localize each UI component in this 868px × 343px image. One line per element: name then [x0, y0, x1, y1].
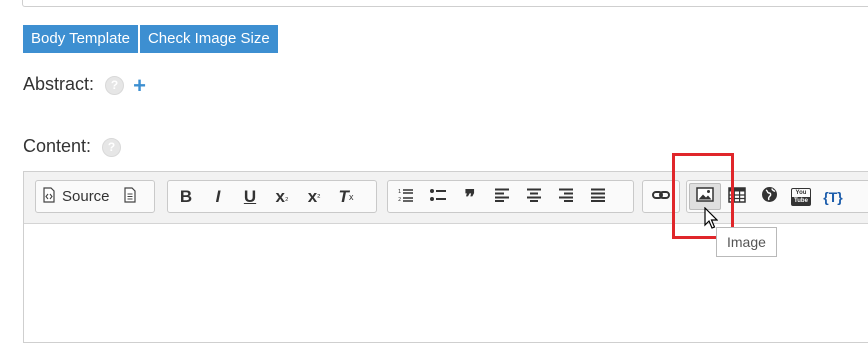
bold-glyph: B	[179, 186, 193, 206]
italic-glyph: I	[215, 186, 221, 206]
youtube-icon: You Tube	[791, 187, 811, 206]
toolbar-group-basic-styles: B I U x₂ x² Tx	[167, 180, 377, 213]
remove-format-glyph: T	[338, 186, 349, 206]
align-right-icon	[558, 188, 574, 206]
superscript-glyph: x	[307, 186, 318, 206]
content-row: Content: ?	[23, 136, 122, 157]
underline-glyph: U	[243, 186, 257, 206]
link-icon	[652, 188, 670, 205]
blockquote-button[interactable]: ❞	[454, 183, 486, 210]
blockquote-icon: ❞	[464, 184, 476, 209]
abstract-label: Abstract:	[23, 74, 95, 94]
toolbar-group-paragraph: 12 ❞	[387, 180, 634, 213]
placeholder-icon: {T}	[823, 188, 843, 205]
subscript-button[interactable]: x₂	[266, 183, 298, 210]
justify-button[interactable]	[582, 183, 614, 210]
check-image-size-button[interactable]: Check Image Size	[139, 25, 278, 53]
italic-button[interactable]: I	[202, 183, 234, 210]
globe-icon	[761, 186, 778, 207]
content-help-icon[interactable]: ?	[102, 137, 122, 157]
link-button[interactable]	[645, 183, 677, 210]
toolbar-group-links	[642, 180, 680, 213]
body-template-button[interactable]: Body Template	[23, 25, 138, 53]
remove-format-button[interactable]: Tx	[330, 183, 362, 210]
editor-toolbar: Source B I U x₂ x² Tx 12 ❞ You Tube {T}	[24, 172, 868, 224]
remove-format-mark: x	[348, 191, 354, 202]
bulleted-list-icon	[430, 188, 446, 206]
numbered-list-button[interactable]: 12	[390, 183, 422, 210]
table-icon	[728, 186, 746, 207]
toolbar-group-document: Source	[35, 180, 155, 213]
superscript-button[interactable]: x²	[298, 183, 330, 210]
content-label: Content:	[23, 136, 92, 156]
align-center-button[interactable]	[518, 183, 550, 210]
rich-text-editor: Source B I U x₂ x² Tx 12 ❞ You Tube {T}	[23, 171, 868, 343]
align-right-button[interactable]	[550, 183, 582, 210]
templates-icon	[123, 186, 137, 207]
align-left-button[interactable]	[486, 183, 518, 210]
bulleted-list-button[interactable]	[422, 183, 454, 210]
youtube-button[interactable]: You Tube	[785, 183, 817, 210]
source-button[interactable]: Source	[38, 183, 114, 210]
align-center-icon	[526, 188, 542, 206]
image-icon	[696, 187, 714, 206]
source-label: Source	[62, 188, 110, 205]
superscript-mark: ²	[317, 191, 321, 202]
abstract-row: Abstract: ? +	[23, 74, 146, 96]
previous-field-box	[22, 0, 868, 7]
placeholder-button[interactable]: {T}	[817, 183, 849, 210]
source-icon	[42, 186, 56, 207]
template-button-bar: Body Template Check Image Size	[23, 25, 278, 53]
underline-button[interactable]: U	[234, 183, 266, 210]
justify-icon	[590, 188, 606, 206]
bold-button[interactable]: B	[170, 183, 202, 210]
svg-text:1: 1	[398, 189, 401, 195]
youtube-bottom-text: Tube	[792, 196, 810, 205]
image-button[interactable]	[689, 183, 721, 210]
align-left-icon	[494, 188, 510, 206]
subscript-glyph: x	[275, 186, 285, 206]
subscript-mark: ₂	[284, 191, 289, 202]
table-button[interactable]	[721, 183, 753, 210]
abstract-help-icon[interactable]: ?	[105, 75, 125, 95]
iframe-button[interactable]	[753, 183, 785, 210]
youtube-top-text: You	[795, 189, 807, 196]
add-abstract-icon[interactable]: +	[133, 74, 146, 96]
numbered-list-icon: 12	[398, 188, 414, 206]
svg-text:2: 2	[398, 197, 401, 202]
templates-button[interactable]	[114, 183, 146, 210]
mouse-pointer-icon	[704, 206, 719, 234]
image-tooltip: Image	[716, 227, 777, 257]
